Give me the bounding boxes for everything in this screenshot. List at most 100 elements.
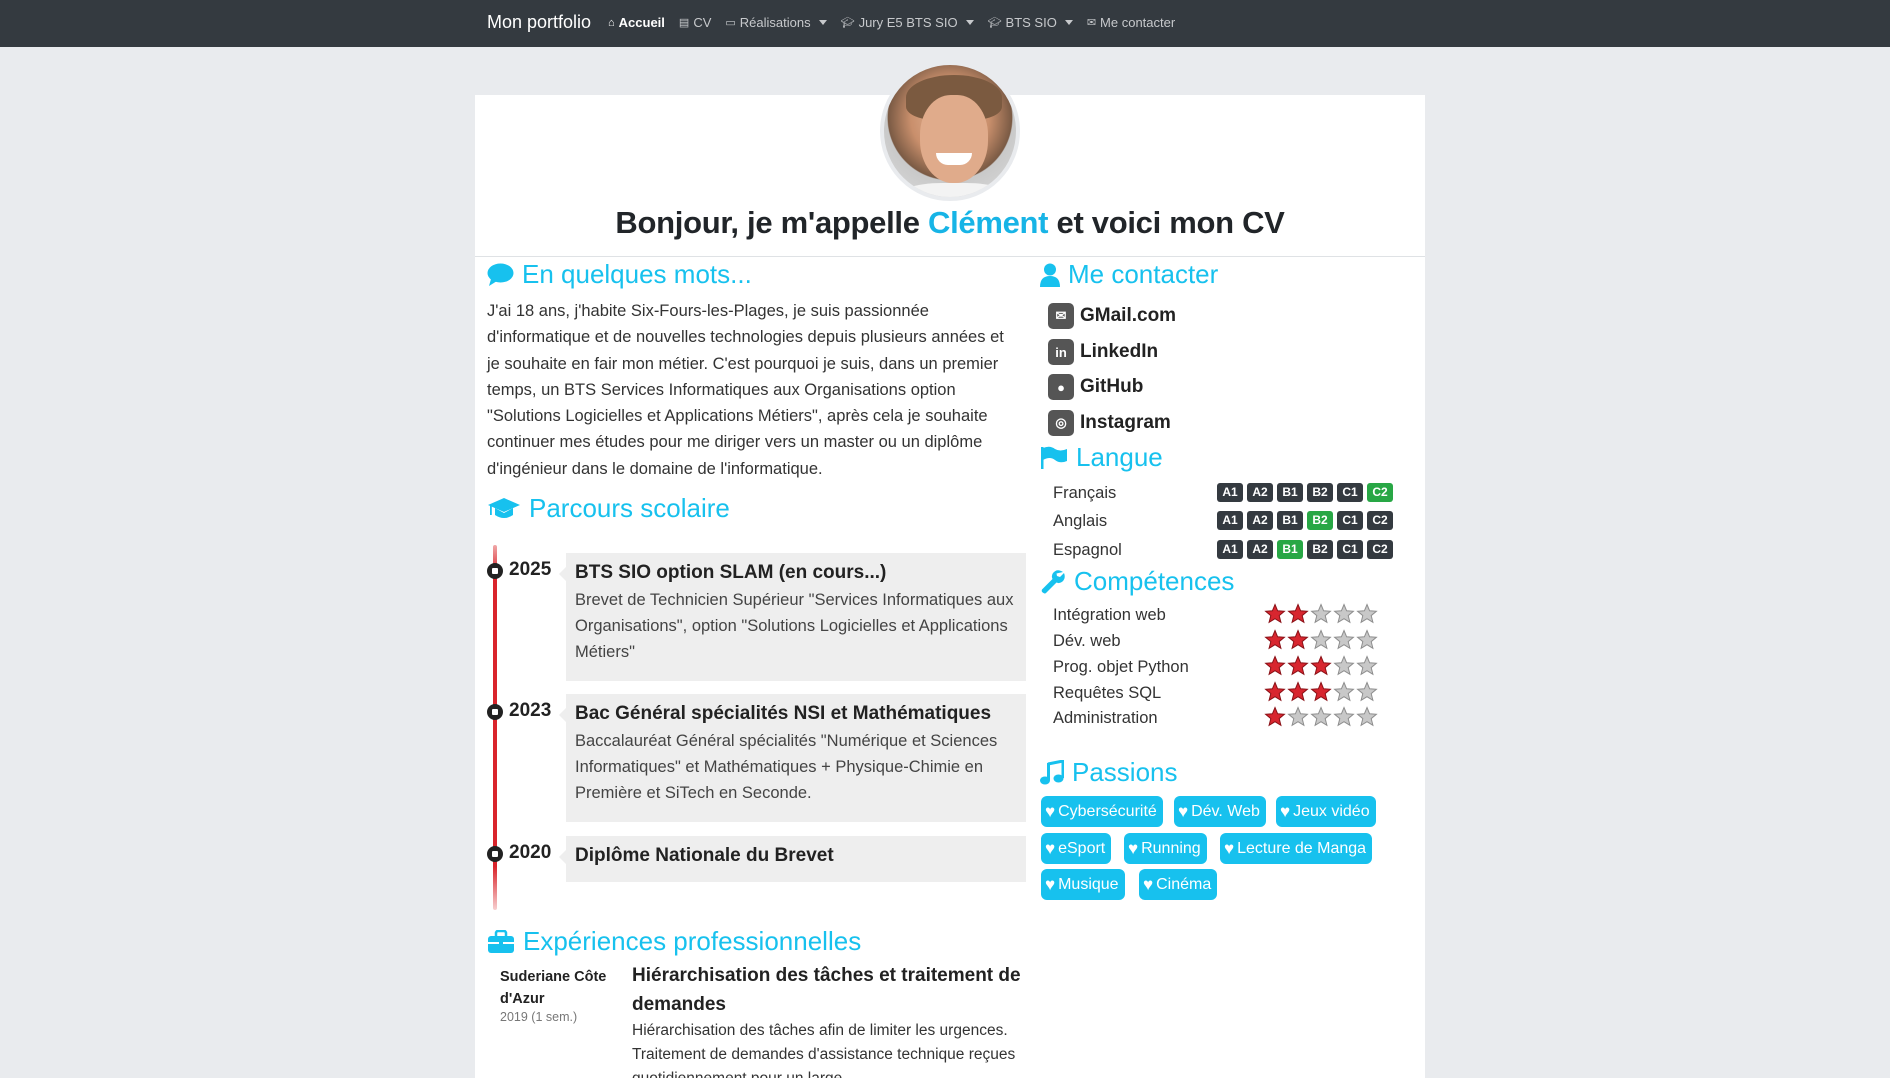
section-title-text: Parcours scolaire [529,493,730,523]
skill-stars [1264,603,1378,624]
passion-label: Lecture de Manga [1237,839,1367,857]
instagram-icon: ◎ [1048,410,1074,436]
timeline-entry-desc: Brevet de Technicien Supérieur "Services… [575,591,1014,661]
passion-tag: ♥ eSport [1041,833,1112,864]
language-levels: A1 A2 B1 B2 C1 C2 [1217,540,1393,559]
heart-icon: ♥ [1128,838,1139,858]
flag-icon [1041,446,1067,469]
navbar: Mon portfolio ⌂ Accueil ▤ CV ▭ Réalisati… [0,0,1890,47]
star-empty-icon [1356,681,1378,702]
page-title: Bonjour, je m'appelle Clément et voici m… [475,205,1425,241]
timeline-year: 2023 [509,700,552,721]
timeline-year: 2020 [509,842,552,863]
user-icon [1040,263,1060,287]
wrench-icon [1041,569,1065,593]
chevron-down-icon [818,20,827,25]
language-levels: A1 A2 B1 B2 C1 C2 [1217,483,1393,502]
level-badge: B2 [1307,511,1333,530]
passion-tag: ♥ Dév. Web [1174,796,1266,827]
star-empty-icon [1310,629,1332,650]
about-title: En quelques mots... [487,259,752,290]
star-filled-icon [1310,681,1332,702]
level-badge: C2 [1367,540,1393,559]
nav-item-bts-sio[interactable]: 🎓︎ BTS SIO [988,15,1073,30]
star-filled-icon [1264,655,1286,676]
heart-icon: ♥ [1143,874,1154,894]
level-badge: C2 [1367,511,1393,530]
skills-title: Compétences [1040,566,1234,597]
passion-tag: ♥ Cinéma [1139,869,1218,900]
language-name: Français [1053,484,1117,502]
nav-item-label: Réalisations [739,15,811,30]
level-badge: B2 [1307,483,1333,502]
mail-icon: ✉ [1048,303,1074,329]
star-empty-icon [1356,629,1378,650]
skill-name: Prog. objet Python [1053,658,1189,676]
skill-name: Requêtes SQL [1053,684,1162,702]
level-badge: B1 [1277,540,1303,559]
star-filled-icon [1287,603,1309,624]
skill-stars [1264,681,1378,702]
level-badge: C1 [1337,483,1363,502]
nav-item-label: Accueil [618,15,665,30]
star-empty-icon [1333,603,1355,624]
passion-label: Jeux vidéo [1293,802,1370,820]
heart-icon: ♥ [1045,801,1056,821]
chevron-down-icon [965,20,974,25]
star-filled-icon [1287,629,1309,650]
star-filled-icon [1264,629,1286,650]
education-title: Parcours scolaire [487,493,730,524]
nav-item-label: Jury E5 BTS SIO [858,15,958,30]
document-icon: ▤ [678,17,690,29]
skill-name: Administration [1053,709,1158,727]
contact-title: Me contacter [1040,259,1218,290]
heart-icon: ♥ [1280,801,1291,821]
avatar [880,61,1020,201]
star-empty-icon [1333,706,1355,727]
graduation-cap-icon [488,497,520,518]
nav-item-realisations[interactable]: ▭ Réalisations [725,15,827,30]
nav-item-accueil[interactable]: ⌂ Accueil [608,15,665,30]
experience-company: Suderiane Côte d'Azur [500,969,607,1007]
star-empty-icon [1287,706,1309,727]
language-name: Espagnol [1053,541,1122,559]
brand-link[interactable]: Mon portfolio [487,12,591,33]
star-filled-icon [1287,655,1309,676]
greeting-before: Bonjour, je m'appelle [615,205,928,240]
level-badge: B1 [1277,483,1303,502]
nav-item-cv[interactable]: ▤ CV [679,15,711,30]
section-title-text: Me contacter [1068,259,1219,289]
skill-name: Intégration web [1053,606,1166,624]
nav-links: ⌂ Accueil ▤ CV ▭ Réalisations 🎓︎ Jury E5… [608,15,1175,30]
graduation-cap-icon: 🎓︎ [840,17,855,29]
contact-linkedin-link[interactable]: in LinkedIn [1048,339,1158,365]
chevron-down-icon [1064,20,1073,25]
graduation-cap-icon: 🎓︎ [987,17,1002,29]
skill-stars [1264,655,1378,676]
home-icon: ⌂ [608,16,615,29]
envelope-icon: ✉ [1086,17,1097,29]
contact-instagram-link[interactable]: ◎ Instagram [1048,410,1171,436]
timeline-entry: Diplôme Nationale du Brevet [559,836,1026,882]
language-name: Anglais [1053,512,1108,530]
contact-label: LinkedIn [1080,341,1159,362]
star-empty-icon [1333,681,1355,702]
contact-github-link[interactable]: ● GitHub [1048,374,1143,400]
nav-item-contact[interactable]: ✉ Me contacter [1087,15,1175,30]
level-badge: C1 [1337,540,1363,559]
contact-gmail-link[interactable]: ✉ GMail.com [1048,303,1176,329]
timeline-dot [487,846,503,862]
timeline-entry-title: BTS SIO option SLAM (en cours...) [575,562,887,583]
github-icon: ● [1048,374,1074,400]
nav-item-jury[interactable]: 🎓︎ Jury E5 BTS SIO [841,15,974,30]
star-empty-icon [1310,706,1332,727]
timeline-dot [487,704,503,720]
skill-name: Dév. web [1053,632,1121,650]
timeline-entry: Bac Général spécialités NSI et Mathémati… [559,694,1026,822]
greeting-after: et voici mon CV [1048,205,1285,240]
level-badge: C1 [1337,511,1363,530]
linkedin-icon: in [1048,339,1074,365]
skill-stars [1264,629,1378,650]
timeline-dot [487,563,503,579]
star-filled-icon [1264,706,1286,727]
